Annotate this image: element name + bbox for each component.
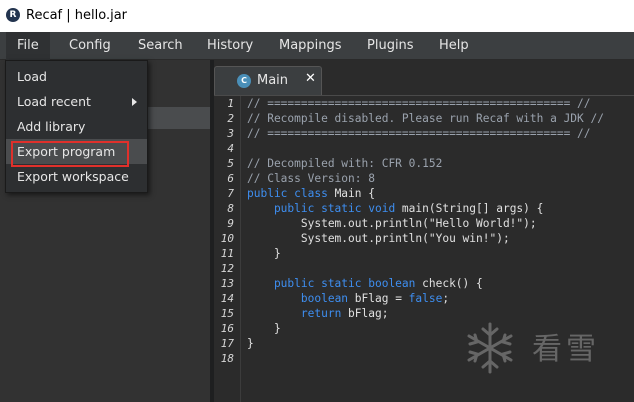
menu-search[interactable]: Search [127, 32, 194, 60]
recaf-app-icon: R [6, 8, 20, 22]
code-token: System.out.println("Hello World!"); [247, 217, 537, 230]
menu-history[interactable]: History [196, 32, 264, 60]
code-line: } [247, 321, 281, 336]
menu-mappings[interactable]: Mappings [268, 32, 353, 60]
menu-item-load[interactable]: Load [6, 64, 147, 89]
menu-item-load-recent-label: Load recent [17, 94, 91, 109]
menubar: File Config Search History Mappings Plug… [0, 32, 634, 60]
tab-main[interactable]: C Main ✕ [214, 66, 322, 95]
class-icon: C [237, 74, 251, 88]
close-icon[interactable]: ✕ [305, 71, 316, 86]
code-token: ; [442, 292, 450, 305]
line-number: 15 [220, 307, 234, 320]
line-number: 1 [227, 97, 234, 110]
code-line: // Decompiled with: CFR 0.152 [247, 156, 442, 171]
file-menu-dropdown: Load Load recent Add library Export prog… [5, 60, 148, 193]
code-token: Main { [334, 187, 375, 200]
code-token: // =====================================… [247, 97, 591, 110]
code-token: false [408, 292, 443, 305]
code-line: System.out.println("Hello World!"); [247, 216, 537, 231]
code-token: } [247, 337, 254, 350]
gutter-separator [240, 96, 241, 402]
line-number: 13 [220, 277, 234, 290]
code-token: } [247, 322, 281, 335]
menu-help[interactable]: Help [428, 32, 480, 60]
watermark: 看雪 [462, 320, 612, 376]
code-token: // Decompiled with: CFR 0.152 [247, 157, 443, 170]
code-token: public static boolean [247, 277, 423, 290]
line-number: 10 [220, 232, 234, 245]
line-number: 3 [227, 127, 234, 140]
code-line: public static boolean check() { [247, 276, 483, 291]
code-token: check() { [422, 277, 483, 290]
line-number: 2 [227, 112, 234, 125]
code-token: public static void [247, 202, 402, 215]
code-line: return bFlag; [247, 306, 389, 321]
tab-main-label: Main [257, 73, 289, 88]
line-number: 5 [227, 157, 234, 170]
submenu-arrow-icon [132, 98, 137, 106]
menu-item-add-library[interactable]: Add library [6, 114, 147, 139]
code-line: // =====================================… [247, 126, 591, 141]
editor-tabbar: C Main ✕ [214, 60, 634, 95]
snowflake-icon [467, 322, 513, 374]
code-token: // Class Version: 8 [247, 172, 375, 185]
code-line: // =====================================… [247, 96, 591, 111]
menu-config[interactable]: Config [58, 32, 122, 60]
line-number: 14 [220, 292, 234, 305]
selected-tree-row[interactable] [148, 107, 210, 129]
line-number: 16 [220, 322, 234, 335]
menu-item-load-recent[interactable]: Load recent [6, 89, 147, 114]
code-line: boolean bFlag = false; [247, 291, 449, 306]
code-token: // =====================================… [247, 127, 591, 140]
line-number: 8 [227, 202, 234, 215]
code-token: public class [247, 187, 335, 200]
code-token: return [300, 307, 349, 320]
line-number: 7 [227, 187, 234, 200]
code-line: } [247, 246, 281, 261]
code-token: System.out.println("You win!"); [247, 232, 510, 245]
line-number: 12 [220, 262, 234, 275]
code-line: // Class Version: 8 [247, 171, 375, 186]
code-token: boolean [300, 292, 355, 305]
line-number: 9 [227, 217, 234, 230]
line-number: 17 [220, 337, 234, 350]
code-token: // Recompile disabled. Please run Recaf … [247, 112, 604, 125]
window-title: Recaf | hello.jar [26, 8, 128, 23]
menu-file[interactable]: File [6, 32, 50, 60]
line-number: 6 [227, 172, 234, 185]
code-token: } [247, 247, 281, 260]
code-line: System.out.println("You win!"); [247, 231, 510, 246]
menu-plugins[interactable]: Plugins [356, 32, 425, 60]
code-line: // Recompile disabled. Please run Recaf … [247, 111, 604, 126]
annotation-highlight-box [11, 141, 129, 167]
line-number-gutter: 1 2 3 4 5 6 7 8 9 10 11 12 13 14 15 16 17 18 [214, 96, 240, 402]
code-line: public static void main(String[] args) { [247, 201, 543, 216]
code-line: } [247, 336, 254, 351]
line-number: 11 [220, 247, 234, 260]
code-line: public class Main { [247, 186, 375, 201]
code-token: bFlag; [348, 307, 389, 320]
code-token: main(String[] args) { [401, 202, 544, 215]
window-titlebar: R Recaf | hello.jar [0, 0, 634, 32]
line-number: 4 [227, 142, 234, 155]
line-number: 18 [220, 352, 234, 365]
watermark-text: 看雪 [532, 332, 600, 367]
code-token: bFlag = [354, 292, 409, 305]
menu-item-export-workspace[interactable]: Export workspace [6, 164, 147, 189]
